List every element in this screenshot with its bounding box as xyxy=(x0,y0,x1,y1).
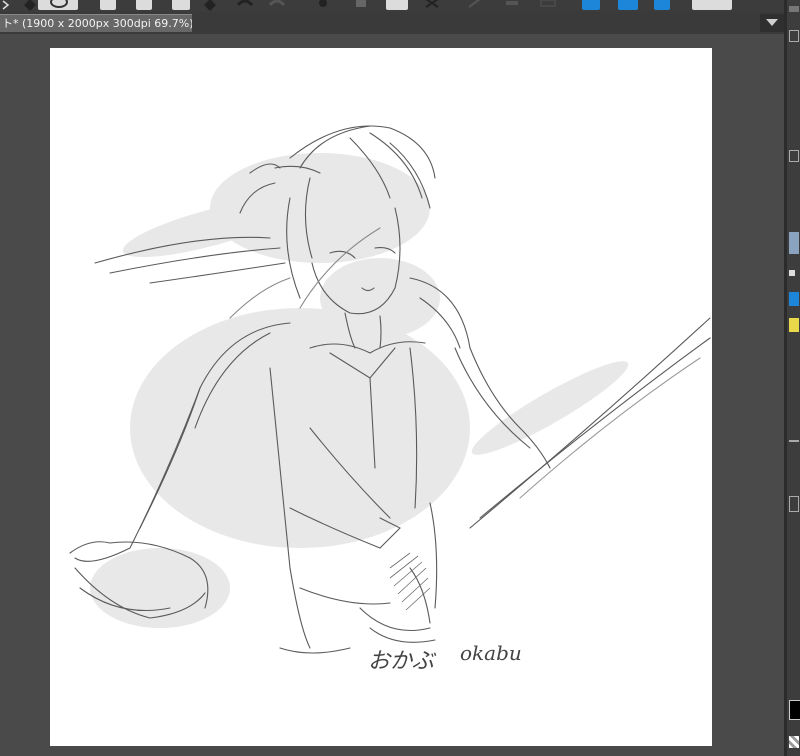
frame-button[interactable] xyxy=(618,0,638,10)
settings-icon[interactable] xyxy=(316,0,330,8)
panel-tool-icon[interactable] xyxy=(789,150,799,162)
new-page-button[interactable] xyxy=(100,0,116,10)
right-panel xyxy=(787,0,800,756)
canvas-paper[interactable]: おかぶ okabu xyxy=(50,48,712,746)
tab-menu-button[interactable] xyxy=(760,14,784,32)
stamp-icon[interactable] xyxy=(354,0,368,8)
panel-layer-yellow[interactable] xyxy=(789,318,799,332)
canvas-workspace[interactable]: おかぶ okabu xyxy=(0,34,784,756)
signature-japanese: おかぶ xyxy=(368,649,437,674)
pen-icon[interactable] xyxy=(468,0,482,8)
panel-tool-icon[interactable] xyxy=(789,270,795,276)
view-toggle-button[interactable] xyxy=(38,0,78,10)
grid-icon[interactable] xyxy=(540,0,556,8)
document-tab-bar: ト* (1900 x 2000px 300dpi 69.7%) xyxy=(0,12,784,34)
panel-tool-icon[interactable] xyxy=(789,30,799,42)
ruler-icon[interactable] xyxy=(504,0,520,8)
sketch-artwork: おかぶ okabu xyxy=(69,125,711,674)
redo-icon[interactable] xyxy=(268,0,286,8)
document-tab-title: ト* (1900 x 2000px 300dpi 69.7%) xyxy=(2,17,192,30)
main-color-swatch[interactable] xyxy=(789,700,800,720)
panel-swatch[interactable] xyxy=(789,232,799,254)
command-bar xyxy=(0,0,784,12)
panel-tool-icon[interactable] xyxy=(789,60,797,68)
transparent-swatch[interactable] xyxy=(789,736,799,748)
eraser-button[interactable] xyxy=(386,0,408,10)
panel-layer-blue[interactable] xyxy=(789,292,799,306)
info-button[interactable] xyxy=(654,0,670,10)
display-button[interactable] xyxy=(692,0,732,10)
diamond-icon[interactable] xyxy=(204,0,216,11)
signature-latin: okabu xyxy=(460,641,522,665)
chevron-down-icon xyxy=(766,19,778,26)
layer-button[interactable] xyxy=(582,0,600,10)
undo-icon[interactable] xyxy=(236,0,254,8)
arrow-icon[interactable] xyxy=(2,0,12,10)
panel-header xyxy=(789,6,799,12)
eye-icon xyxy=(50,0,68,8)
diamond-icon[interactable] xyxy=(24,0,36,11)
panel-separator xyxy=(789,440,799,442)
save-button[interactable] xyxy=(172,0,190,10)
transform-icon[interactable] xyxy=(424,0,440,8)
document-tab[interactable]: ト* (1900 x 2000px 300dpi 69.7%) xyxy=(0,14,192,32)
copy-button[interactable] xyxy=(136,0,152,10)
panel-tool-icon[interactable] xyxy=(789,496,799,512)
